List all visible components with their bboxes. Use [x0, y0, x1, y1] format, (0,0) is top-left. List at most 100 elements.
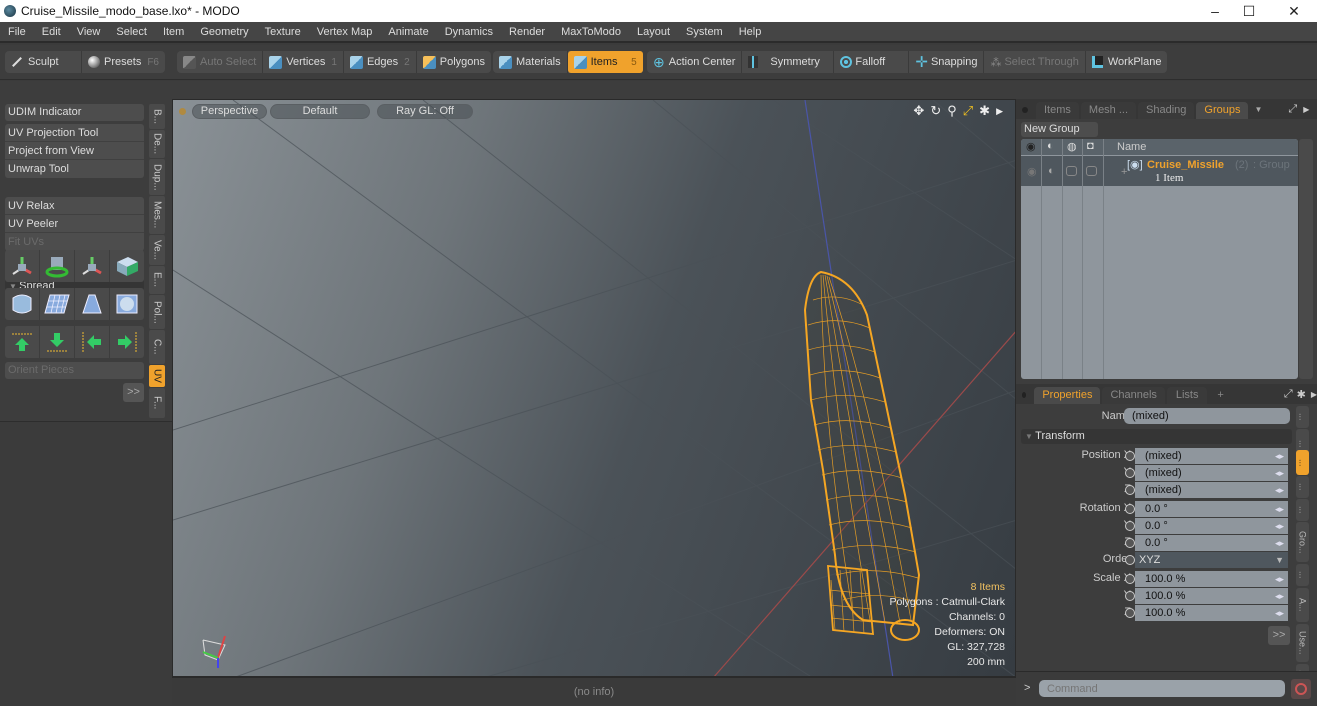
position-z-animate-toggle[interactable] — [1125, 485, 1135, 495]
vertices-button[interactable]: Vertices 1 — [263, 51, 344, 73]
action-center-button[interactable]: ⊕ Action Center — [647, 51, 743, 73]
menu-help[interactable]: Help — [731, 26, 770, 38]
properties-side-tab[interactable]: ... — [1296, 450, 1309, 475]
vtab-deform[interactable]: De... — [149, 130, 165, 158]
auto-select-button[interactable]: Auto Select — [177, 51, 264, 73]
menu-maxtomodo[interactable]: MaxToModo — [553, 26, 629, 38]
position-x-animate-toggle[interactable] — [1125, 451, 1135, 461]
properties-side-tab[interactable]: Use... — [1296, 624, 1309, 662]
maximize-button[interactable]: ☐ — [1226, 0, 1272, 22]
render-toggle[interactable]: ◐ — [1048, 165, 1055, 177]
expand-panel-icon[interactable]: ⤢ — [1288, 103, 1297, 116]
vtab-fusion[interactable]: F... — [149, 388, 165, 418]
menu-system[interactable]: System — [678, 26, 731, 38]
vtab-mesh-edit[interactable]: Mes... — [149, 196, 165, 234]
uv-peeler-button[interactable]: UV Peeler — [5, 215, 144, 233]
rotation-y-drag-arrows-icon[interactable]: ◂▸ — [1275, 518, 1284, 534]
menu-texture[interactable]: Texture — [257, 26, 309, 38]
position-y-drag-arrows-icon[interactable]: ◂▸ — [1275, 465, 1284, 481]
uv-move-tool-icon[interactable] — [5, 250, 40, 282]
order-field[interactable]: XYZ ▼ — [1135, 552, 1288, 568]
viewport-settings-icon[interactable]: ✱ — [979, 103, 990, 119]
expand-panel-icon[interactable]: ⤢ — [1284, 388, 1293, 401]
orient-pieces-button[interactable]: Orient Pieces — [5, 362, 144, 379]
uv-spherical-icon[interactable] — [110, 288, 144, 320]
materials-button[interactable]: Materials — [493, 51, 568, 73]
uv-rotate-tool-icon[interactable] — [40, 250, 75, 282]
select-through-button[interactable]: ⁂ Select Through — [984, 51, 1086, 73]
vtab-vertex[interactable]: Ve... — [149, 235, 165, 265]
panel-arrow-icon[interactable]: ▶ — [1303, 105, 1309, 114]
order-dropdown-arrow-icon[interactable]: ▼ — [1275, 552, 1284, 568]
rotation-z-drag-arrows-icon[interactable]: ◂▸ — [1275, 535, 1284, 551]
panel-arrow-icon[interactable]: ▶ — [1311, 390, 1317, 399]
scale-x-drag-arrows-icon[interactable]: ◂▸ — [1275, 571, 1284, 587]
tab-properties[interactable]: Properties — [1034, 387, 1101, 404]
rotation-y-field[interactable]: 0.0 ° ◂▸ — [1135, 518, 1288, 534]
zoom-view-icon[interactable]: ⚲ — [947, 103, 957, 119]
vtab-duplicate[interactable]: Dup... — [149, 159, 165, 195]
workplane-button[interactable]: WorkPlane — [1086, 51, 1168, 73]
properties-settings-icon[interactable]: ✱ — [1297, 388, 1306, 401]
menu-layout[interactable]: Layout — [629, 26, 678, 38]
falloff-button[interactable]: Falloff — [834, 51, 910, 73]
tab-lists[interactable]: Lists — [1166, 387, 1208, 404]
snapping-button[interactable]: ✛ Snapping — [909, 51, 985, 73]
menu-geometry[interactable]: Geometry — [192, 26, 256, 38]
properties-side-tab[interactable]: ... — [1296, 564, 1309, 586]
vtab-uv[interactable]: UV — [149, 365, 165, 387]
position-z-drag-arrows-icon[interactable]: ◂▸ — [1275, 482, 1284, 498]
sculpt-button[interactable]: Sculpt — [5, 51, 83, 73]
maximize-viewport-icon[interactable]: ⤢ — [963, 103, 973, 119]
properties-side-tab[interactable]: ... — [1296, 406, 1309, 428]
uv-relax-button[interactable]: UV Relax — [5, 197, 144, 215]
scale-y-drag-arrows-icon[interactable]: ◂▸ — [1275, 588, 1284, 604]
scale-y-animate-toggle[interactable] — [1125, 591, 1135, 601]
more-properties-button[interactable]: >> — [1268, 626, 1290, 645]
menu-render[interactable]: Render — [501, 26, 553, 38]
symmetry-button[interactable]: Symmetry — [742, 51, 835, 73]
edges-button[interactable]: Edges 2 — [344, 51, 417, 73]
position-x-field[interactable]: (mixed) ◂▸ — [1135, 448, 1288, 464]
close-button[interactable]: ✕ — [1271, 0, 1317, 22]
pan-icon[interactable]: ✥ — [913, 103, 924, 119]
menu-file[interactable]: File — [0, 26, 34, 38]
ray-gl-toggle[interactable]: Ray GL: Off — [377, 103, 473, 119]
rotation-y-animate-toggle[interactable] — [1125, 521, 1135, 531]
rotate-view-icon[interactable]: ↻ — [930, 103, 941, 119]
properties-side-tab[interactable]: Gro... — [1296, 522, 1309, 562]
panel-menu-dot[interactable] — [1022, 392, 1027, 398]
3d-viewport[interactable]: Perspective Default Ray GL: Off ✥ ↻ ⚲ ⤢ … — [172, 99, 1016, 677]
scale-x-animate-toggle[interactable] — [1125, 574, 1135, 584]
uv-cylinder-icon[interactable] — [5, 288, 40, 320]
align-left-icon[interactable] — [75, 326, 110, 358]
record-macro-button[interactable] — [1291, 679, 1311, 699]
rotation-z-field[interactable]: 0.0 ° ◂▸ — [1135, 535, 1288, 551]
uv-projection-tool-button[interactable]: UV Projection Tool — [5, 124, 144, 142]
tab-groups[interactable]: Groups — [1196, 102, 1249, 119]
properties-side-tab[interactable]: ... — [1296, 499, 1309, 521]
items-button[interactable]: Items 5 — [567, 51, 643, 73]
groups-list-scrollbar[interactable] — [1299, 139, 1313, 379]
vtab-curve[interactable]: C... — [149, 330, 165, 364]
order-animate-toggle[interactable] — [1125, 555, 1135, 565]
udim-indicator-button[interactable]: UDIM Indicator — [5, 104, 144, 121]
align-up-icon[interactable] — [5, 326, 40, 358]
vtab-basic[interactable]: B... — [149, 104, 165, 129]
menu-select[interactable]: Select — [108, 26, 155, 38]
scale-y-field[interactable]: 100.0 % ◂▸ — [1135, 588, 1288, 604]
vtab-polygon[interactable]: Pol... — [149, 295, 165, 329]
scale-x-field[interactable]: 100.0 % ◂▸ — [1135, 571, 1288, 587]
lock-toggle[interactable] — [1066, 166, 1077, 176]
view-type-dropdown[interactable]: Perspective — [192, 103, 267, 119]
panel-menu-dot[interactable] — [1022, 107, 1028, 113]
unwrap-tool-button[interactable]: Unwrap Tool — [5, 160, 144, 178]
align-down-icon[interactable] — [40, 326, 75, 358]
tab-items[interactable]: Items — [1036, 102, 1079, 119]
menu-item[interactable]: Item — [155, 26, 192, 38]
position-y-animate-toggle[interactable] — [1125, 468, 1135, 478]
visibility-toggle[interactable]: ◉ — [1027, 165, 1037, 178]
project-from-view-button[interactable]: Project from View — [5, 142, 144, 160]
position-y-field[interactable]: (mixed) ◂▸ — [1135, 465, 1288, 481]
properties-side-tab[interactable]: ... — [1296, 476, 1309, 498]
